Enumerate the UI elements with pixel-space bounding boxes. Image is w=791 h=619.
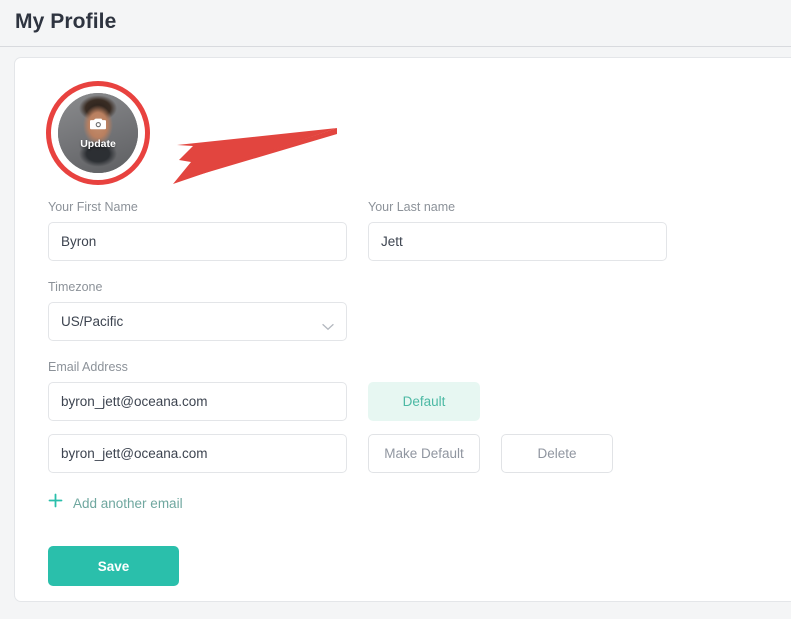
save-button[interactable]: Save — [48, 546, 179, 586]
email-input-1[interactable] — [48, 382, 347, 421]
email-row: Default — [48, 382, 788, 421]
email-label: Email Address — [48, 360, 128, 374]
avatar-update-label: Update — [80, 137, 116, 150]
first-name-label: Your First Name — [48, 200, 138, 214]
camera-icon — [89, 117, 107, 136]
first-name-input[interactable] — [48, 222, 347, 261]
profile-page: My Profile Update Your First Name Byron … — [0, 0, 791, 619]
avatar[interactable]: Update — [58, 93, 138, 173]
last-name-field-group: Your Last name — [368, 200, 667, 261]
profile-form: Your First Name Your Last name Timezone — [48, 200, 788, 586]
timezone-select[interactable] — [48, 302, 347, 341]
name-row: Your First Name Your Last name — [48, 200, 788, 261]
email-row: Make Default Delete — [48, 434, 788, 473]
add-another-email-label: Add another email — [73, 495, 183, 511]
email-field-group: Email Address Default Make Default Delet… — [48, 360, 788, 513]
timezone-field-group: Timezone — [48, 280, 788, 341]
delete-button[interactable]: Delete — [501, 434, 613, 473]
page-title: My Profile — [15, 10, 117, 33]
status-badge-default: Default — [368, 382, 480, 421]
last-name-input[interactable] — [368, 222, 667, 261]
page-header: My Profile — [0, 0, 791, 47]
timezone-select-wrapper[interactable] — [48, 302, 347, 341]
profile-card: Update Your First Name Your Last name — [14, 57, 791, 602]
add-another-email-button[interactable]: Add another email — [48, 493, 183, 513]
timezone-label: Timezone — [48, 280, 103, 294]
make-default-button[interactable]: Make Default — [368, 434, 480, 473]
first-name-field-group: Your First Name — [48, 200, 347, 261]
plus-icon — [48, 493, 63, 513]
email-input-2[interactable] — [48, 434, 347, 473]
avatar-section: Update — [46, 81, 150, 185]
last-name-label: Your Last name — [368, 200, 456, 214]
annotation-arrow — [173, 128, 337, 184]
avatar-update-overlay[interactable]: Update — [58, 93, 138, 173]
